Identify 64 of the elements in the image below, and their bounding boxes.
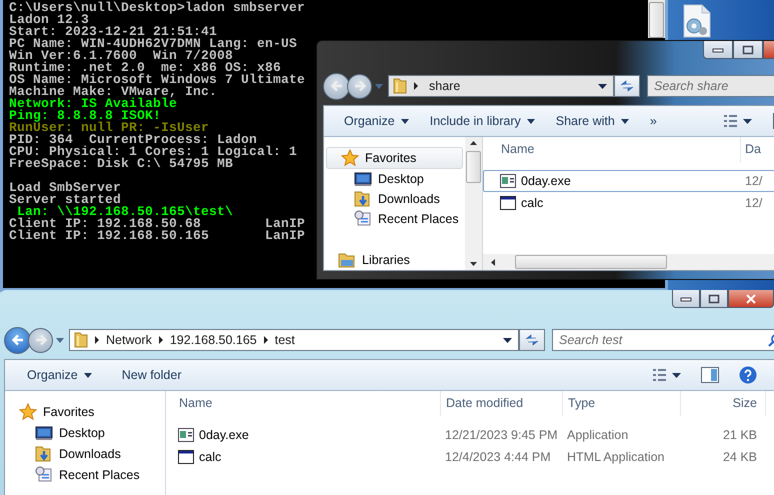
console-line: Network: IS Available [9, 98, 178, 110]
cell-text: calc [521, 196, 544, 210]
nav-item[interactable]: Favorites [5, 401, 165, 422]
console-line: C:\Users\null\Desktop>ladon smbserver [9, 2, 306, 14]
file-row[interactable]: 0day.exe 12/ [483, 170, 774, 192]
toolbar-button[interactable]: Include in library [424, 112, 546, 130]
nav-item[interactable]: Libraries [324, 250, 465, 270]
column-header[interactable]: Size [681, 391, 766, 416]
breadcrumb[interactable]: test [274, 333, 295, 347]
console-line: Client IP: 192.168.50.68 LanIP [9, 218, 306, 230]
nav-item[interactable]: Desktop [324, 169, 465, 189]
console-line: Lan: \\192.168.50.165\test\ [17, 206, 234, 218]
column-header[interactable]: Type [563, 391, 681, 416]
nav-item[interactable]: Downloads [324, 189, 465, 209]
console-line: Machine Make: VMware, Inc. [9, 86, 218, 98]
nav-item[interactable]: Desktop [5, 422, 165, 443]
search-field[interactable]: Search share [647, 75, 774, 97]
breadcrumb[interactable]: Network [106, 333, 152, 347]
cell-text: HTML Application [567, 450, 664, 464]
search-field[interactable]: Search test [552, 329, 774, 351]
toolbar-button[interactable]: Organize [19, 366, 100, 384]
toolbar-button[interactable]: Share with [550, 112, 640, 130]
cell-text: 12/ [745, 196, 762, 210]
console-line: PC Name: WIN-4UDH62V7DMN Lang: en-US [9, 38, 298, 50]
console-line: CPU: Physical: 1 Cores: 1 Logical: 1 [9, 146, 298, 158]
console-line: Ping: 8.8.8.8 ISOK! [9, 110, 162, 122]
console-line: Load SmbServer [9, 182, 122, 194]
toolbar-button[interactable]: Organize [338, 112, 420, 130]
breadcrumb[interactable]: 192.168.50.165 [170, 333, 257, 347]
console-line: FreeSpace: Disk C:\ 54795 MB [9, 158, 234, 170]
file-row[interactable]: 0day.exe 12/21/2023 9:45 PM Application 21 KB [166, 424, 774, 446]
console-line: Server started [9, 194, 122, 206]
console-line: Client IP: 192.168.50.165 LanIP [9, 230, 306, 242]
column-header[interactable]: Name [501, 137, 741, 162]
nav-item[interactable]: Recent Places [324, 209, 465, 229]
cell-text: 12/4/2023 4:44 PM [445, 450, 551, 464]
file-row[interactable]: calc 12/ [483, 192, 774, 214]
column-header[interactable]: Date modified [441, 391, 563, 416]
cell-text: 24 KB [722, 450, 757, 464]
nav-item[interactable]: Recent Places [5, 464, 165, 485]
file-row[interactable]: calc 12/4/2023 4:44 PM HTML Application 24 KB [166, 446, 774, 468]
cell-text: 0day.exe [199, 428, 249, 442]
toolbar-button[interactable]: New folder [114, 366, 190, 384]
console-line: Start: 2023-12-21 21:51:41 [9, 26, 218, 38]
nav-item[interactable]: Favorites [326, 147, 463, 169]
breadcrumb[interactable]: share [429, 79, 460, 93]
toolbar-button[interactable]: » [644, 112, 668, 130]
console-line: PID: 364 CurrentProcess: Ladon [9, 134, 258, 146]
cell-text: 12/21/2023 9:45 PM [445, 428, 558, 442]
nav-item[interactable]: Downloads [5, 443, 165, 464]
column-header[interactable]: Name [179, 391, 441, 416]
address-bar[interactable]: share [388, 75, 614, 97]
cell-text: 12/ [745, 174, 762, 188]
cell-text: Application [567, 428, 628, 442]
console-line: Win Ver:6.1.7600 Win 7/2008 [9, 50, 234, 62]
console-line: Ladon 12.3 [9, 14, 90, 26]
cell-text: 21 KB [722, 428, 757, 442]
console-line: Runtime: .net 2.0 me: x86 OS: x86 [9, 62, 282, 74]
address-bar[interactable]: Network 192.168.50.165 test [69, 329, 519, 351]
console-line: OS Name: Microsoft Windows 7 Ultimate [9, 74, 306, 86]
cell-text: 0day.exe [521, 174, 571, 188]
console-line: RunUser: null PR: -IsUser [9, 122, 210, 134]
cell-text: calc [199, 450, 222, 464]
column-header[interactable]: Da [741, 137, 774, 162]
